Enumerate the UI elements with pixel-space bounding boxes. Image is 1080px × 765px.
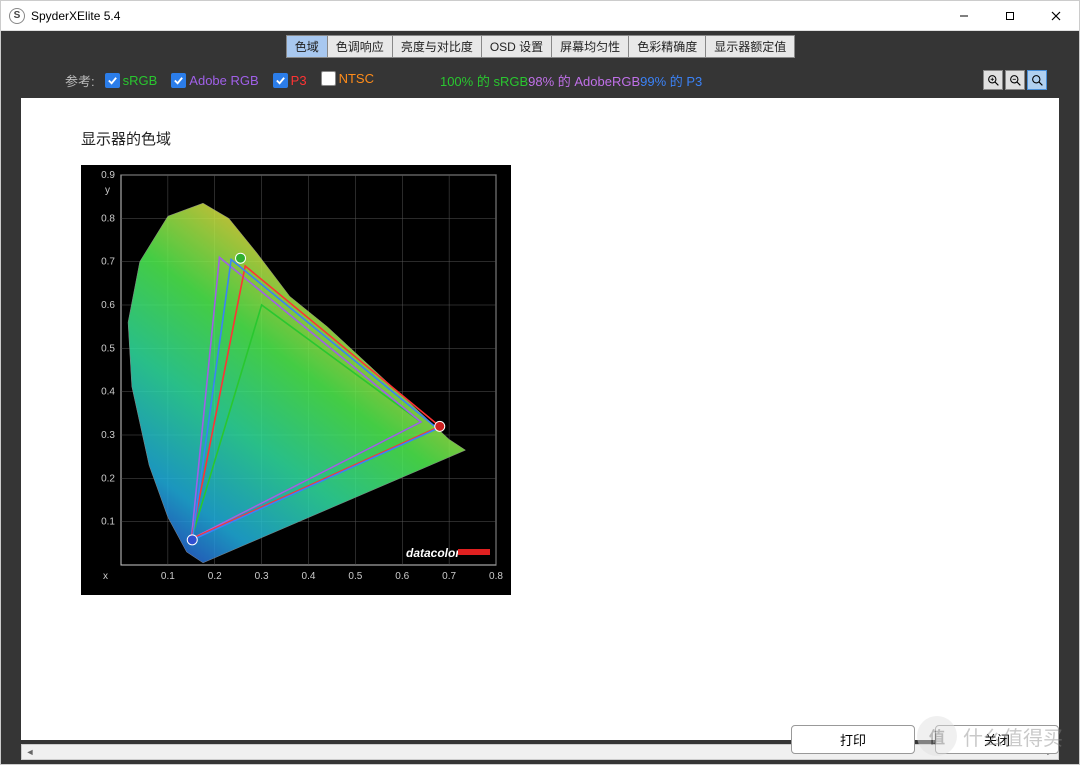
watermark: 值 什么值得买 [917, 716, 1063, 756]
svg-text:0.6: 0.6 [101, 300, 115, 311]
app-icon: S [9, 8, 25, 24]
gamut-result-adobergb: 98% 的 AdobeRGB [528, 74, 640, 89]
svg-text:0.1: 0.1 [101, 517, 115, 528]
zoom-reset-button[interactable] [1027, 70, 1047, 90]
tab-3[interactable]: OSD 设置 [481, 35, 552, 58]
tab-0[interactable]: 色域 [286, 35, 328, 58]
minimize-button[interactable] [941, 1, 987, 31]
gamut-result-p3: 99% 的 P3 [640, 74, 702, 89]
gamut-result-srgb: 100% 的 sRGB [440, 74, 528, 89]
svg-text:0.9: 0.9 [101, 170, 115, 181]
maximize-button[interactable] [987, 1, 1033, 31]
svg-text:0.2: 0.2 [101, 473, 115, 484]
tab-5[interactable]: 色彩精确度 [628, 35, 706, 58]
content-area: 显示器的色域 0.1 0.2 0.3 0.4 0.5 0.6 0.7 0.8 0.1 0.2 0.3… [21, 98, 1059, 740]
print-button[interactable]: 打印 [791, 725, 915, 754]
tab-1[interactable]: 色调响应 [327, 35, 393, 58]
svg-text:0.5: 0.5 [101, 343, 115, 354]
reference-label: 参考: [65, 71, 95, 90]
titlebar: S SpyderXElite 5.4 [1, 1, 1079, 31]
ref-checkbox-adobergb[interactable]: Adobe RGB [171, 73, 258, 88]
scroll-left-icon[interactable]: ◄ [22, 745, 38, 759]
svg-text:0.7: 0.7 [442, 571, 456, 582]
svg-text:0.6: 0.6 [395, 571, 409, 582]
svg-text:y: y [105, 185, 110, 196]
ref-checkbox-p3[interactable]: P3 [273, 73, 307, 88]
svg-text:0.8: 0.8 [101, 213, 115, 224]
svg-text:0.2: 0.2 [208, 571, 222, 582]
zoom-tools [983, 70, 1047, 90]
svg-text:0.4: 0.4 [101, 387, 115, 398]
tab-4[interactable]: 屏幕均匀性 [551, 35, 629, 58]
ref-checkbox-ntsc[interactable]: NTSC [321, 71, 374, 86]
close-button[interactable] [1033, 1, 1079, 31]
reference-bar: 参考: sRGB Adobe RGB P3 NTSC 100% 的 sRGB98% 的… [5, 58, 1075, 98]
chromaticity-chart: 0.1 0.2 0.3 0.4 0.5 0.6 0.7 0.8 0.1 0.2 0.3 0.4 0.5 0… [81, 165, 511, 595]
watermark-icon: 值 [917, 716, 957, 756]
zoom-out-button[interactable] [1005, 70, 1025, 90]
svg-text:0.4: 0.4 [302, 571, 316, 582]
main-tabs: 色域色调响应亮度与对比度OSD 设置屏幕均匀性色彩精确度显示器额定值 [5, 35, 1075, 58]
ref-checkbox-srgb[interactable]: sRGB [105, 73, 158, 88]
svg-text:0.3: 0.3 [101, 430, 115, 441]
svg-text:0.7: 0.7 [101, 257, 115, 268]
tab-6[interactable]: 显示器额定值 [705, 35, 795, 58]
svg-text:0.8: 0.8 [489, 571, 503, 582]
svg-text:datacolor: datacolor [406, 546, 461, 560]
svg-text:x: x [103, 571, 108, 582]
tab-2[interactable]: 亮度与对比度 [392, 35, 482, 58]
chart-title: 显示器的色域 [81, 128, 999, 149]
watermark-text: 什么值得买 [963, 722, 1063, 751]
svg-text:0.5: 0.5 [348, 571, 362, 582]
zoom-in-button[interactable] [983, 70, 1003, 90]
svg-text:0.1: 0.1 [161, 571, 175, 582]
window-title: SpyderXElite 5.4 [31, 9, 120, 23]
svg-text:0.3: 0.3 [255, 571, 269, 582]
